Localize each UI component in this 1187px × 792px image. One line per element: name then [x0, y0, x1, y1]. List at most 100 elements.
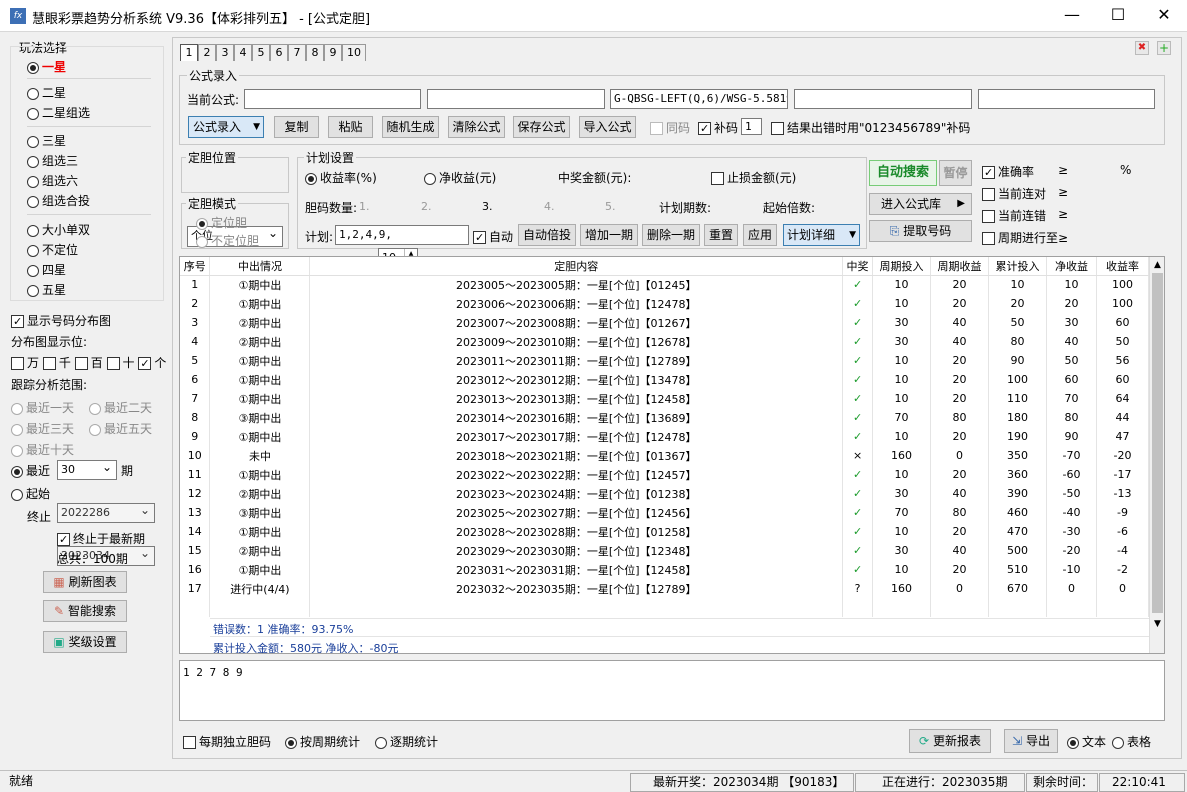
same-code-checkbox[interactable]: 同码	[650, 119, 690, 136]
range-1day[interactable]: 最近一天	[11, 399, 74, 416]
table-row[interactable]: 13 ③期中出 2023025～2023027期：一星[个位]【12456】 ✓ 70 8…	[180, 503, 1150, 522]
apply-button[interactable]: 应用	[743, 224, 777, 246]
table-row[interactable]: 7 ①期中出 2023013～2023013期：一星[个位]【12458】 ✓ 10 20…	[180, 389, 1150, 408]
formula-input-4[interactable]	[794, 89, 972, 109]
recent-select[interactable]: 30	[57, 458, 117, 480]
accuracy-checkbox[interactable]: 准确率	[982, 163, 1034, 180]
formula-input-2[interactable]	[427, 89, 605, 109]
tab-2[interactable]: 2	[198, 44, 216, 61]
reset-button[interactable]: 重置	[704, 224, 738, 246]
import-formula-button[interactable]: 导入公式	[579, 116, 636, 138]
table-radio[interactable]: 表格	[1112, 733, 1151, 750]
column-header[interactable]: 定胆内容	[309, 257, 844, 276]
pos-checkbox-ge[interactable]: 个	[138, 356, 166, 370]
stoploss-checkbox[interactable]: 止损金额(元)	[711, 169, 796, 186]
play-option-3[interactable]: 二星组选	[27, 104, 90, 121]
cur-wrong-checkbox[interactable]: 当前连错	[982, 207, 1046, 224]
fill-code-checkbox[interactable]: 补码	[698, 119, 738, 136]
pause-button[interactable]: 暂停	[939, 160, 972, 186]
formula-input-3[interactable]: G-QBSG-LEFT(Q,6)/WSG-5.581963	[610, 89, 788, 109]
copy-button[interactable]: 复制	[274, 116, 319, 138]
auto-multiple-button[interactable]: 自动倍投	[518, 224, 576, 246]
tab-10[interactable]: 10	[342, 44, 366, 61]
table-row[interactable]: 16 ①期中出 2023031～2023031期：一星[个位]【12458】 ✓ 10 2…	[180, 560, 1150, 579]
cur-right-checkbox[interactable]: 当前连对	[982, 185, 1046, 202]
scroll-down-icon[interactable]: ▼	[1150, 613, 1164, 629]
table-row[interactable]: 15 ②期中出 2023029～2023030期：一星[个位]【12348】 ✓ 30 4…	[180, 541, 1150, 560]
mode-fixed-radio[interactable]: 定位胆	[196, 214, 247, 231]
table-row[interactable]: 17 进行中(4/4) 2023032～2023035期：一星[个位]【12789】…	[180, 579, 1150, 598]
tab-3[interactable]: 3	[216, 44, 234, 61]
pos-checkbox-qian[interactable]: 千	[42, 356, 71, 370]
start-select[interactable]: 2022286	[57, 501, 155, 523]
tab-7[interactable]: 7	[288, 44, 306, 61]
fill-code-input[interactable]: 1	[741, 118, 762, 135]
play-option-8[interactable]: 大小单双	[27, 221, 90, 238]
cycle-checkbox[interactable]: 周期进行至≥	[982, 229, 1068, 246]
range-2day[interactable]: 最近二天	[89, 399, 152, 416]
close-button[interactable]: ✕	[1141, 0, 1187, 32]
delete-period-button[interactable]: 删除一期	[642, 224, 700, 246]
yield-radio[interactable]: 收益率(%)	[305, 169, 377, 186]
tab-9[interactable]: 9	[324, 44, 342, 61]
pos-checkbox-bai[interactable]: 百	[74, 356, 103, 370]
minimize-button[interactable]: —	[1049, 0, 1095, 32]
column-header[interactable]: 中奖	[842, 257, 874, 276]
add-period-button[interactable]: 增加一期	[580, 224, 638, 246]
table-row[interactable]: 14 ①期中出 2023028～2023028期：一星[个位]【01258】 ✓ 10 2…	[180, 522, 1150, 541]
play-option-9[interactable]: 不定位	[27, 241, 78, 258]
table-row[interactable]: 1 ①期中出 2023005～2023005期：一星[个位]【01245】 ✓ 10 20…	[180, 275, 1150, 294]
enter-library-button[interactable]: 进入公式库 ▶	[869, 193, 972, 215]
random-generate-button[interactable]: 随机生成	[382, 116, 439, 138]
tab-8[interactable]: 8	[306, 44, 324, 61]
range-3day[interactable]: 最近三天	[11, 420, 74, 437]
play-option-6[interactable]: 组选六	[27, 172, 78, 189]
table-row[interactable]: 8 ③期中出 2023014～2023016期：一星[个位]【13689】 ✓ 70 80…	[180, 408, 1150, 427]
tab-1[interactable]: 1	[180, 44, 198, 61]
play-option-5[interactable]: 组选三	[27, 152, 78, 169]
formula-entry-button[interactable]: 公式录入 ▼	[188, 116, 264, 138]
clear-formula-button[interactable]: 清除公式	[448, 116, 505, 138]
column-header[interactable]: 累计投入	[988, 257, 1047, 276]
text-radio[interactable]: 文本	[1067, 733, 1106, 750]
play-option-10[interactable]: 四星	[27, 261, 66, 278]
column-header[interactable]: 周期收益	[930, 257, 990, 276]
play-option-4[interactable]: 三星	[27, 132, 66, 149]
by-cycle-radio[interactable]: 按周期统计	[285, 733, 360, 750]
tab-4[interactable]: 4	[234, 44, 252, 61]
play-option-7[interactable]: 组选合投	[27, 192, 90, 209]
play-option-2[interactable]: 二星	[27, 84, 66, 101]
table-row[interactable]: 10 未中 2023018～2023021期：一星[个位]【01367】 × 160 0 3…	[180, 446, 1150, 465]
table-row[interactable]: 12 ②期中出 2023023～2023024期：一星[个位]【01238】 ✓ 30 4…	[180, 484, 1150, 503]
maximize-button[interactable]: ☐	[1095, 0, 1141, 32]
plan-input[interactable]: 1,2,4,9,	[335, 225, 469, 245]
range-recent[interactable]: 最近	[11, 462, 50, 479]
delete-icon[interactable]: ✖	[1135, 41, 1149, 55]
tab-6[interactable]: 6	[270, 44, 288, 61]
table-row[interactable]: 6 ①期中出 2023012～2023012期：一星[个位]【13478】 ✓ 10 20…	[180, 370, 1150, 389]
table-row[interactable]: 2 ①期中出 2023006～2023006期：一星[个位]【12478】 ✓ 10 20…	[180, 294, 1150, 313]
prize-settings-button[interactable]: ▣ 奖级设置	[43, 631, 127, 653]
formula-input-5[interactable]	[978, 89, 1155, 109]
column-header[interactable]: 净收益	[1046, 257, 1097, 276]
tab-5[interactable]: 5	[252, 44, 270, 61]
mode-unfixed-radio[interactable]: 不定位胆	[196, 232, 259, 249]
result-fill-checkbox[interactable]: 结果出错时用"0123456789"补码	[771, 119, 970, 136]
formula-input-1[interactable]	[244, 89, 421, 109]
update-report-button[interactable]: ⟳ 更新报表	[909, 729, 991, 753]
plan-detail-button[interactable]: 计划详细 ▼	[783, 224, 860, 246]
net-radio[interactable]: 净收益(元)	[424, 169, 496, 186]
end-latest-checkbox[interactable]: 终止于最新期	[57, 530, 145, 547]
table-scrollbar[interactable]: ▲ ▼	[1149, 257, 1164, 653]
column-header[interactable]: 序号	[180, 257, 211, 276]
column-header[interactable]: 收益率	[1096, 257, 1150, 276]
scroll-up-icon[interactable]: ▲	[1150, 257, 1164, 273]
independent-checkbox[interactable]: 每期独立胆码	[183, 733, 271, 750]
export-button[interactable]: ⇲ 导出	[1004, 729, 1058, 753]
smart-search-button[interactable]: ✎ 智能搜索	[43, 600, 127, 622]
play-option-1[interactable]: 一星	[27, 58, 66, 75]
auto-search-button[interactable]: 自动搜索	[869, 160, 937, 186]
play-option-11[interactable]: 五星	[27, 281, 66, 298]
pos-checkbox-wan[interactable]: 万	[11, 356, 39, 370]
column-header[interactable]: 中出情况	[209, 257, 311, 276]
